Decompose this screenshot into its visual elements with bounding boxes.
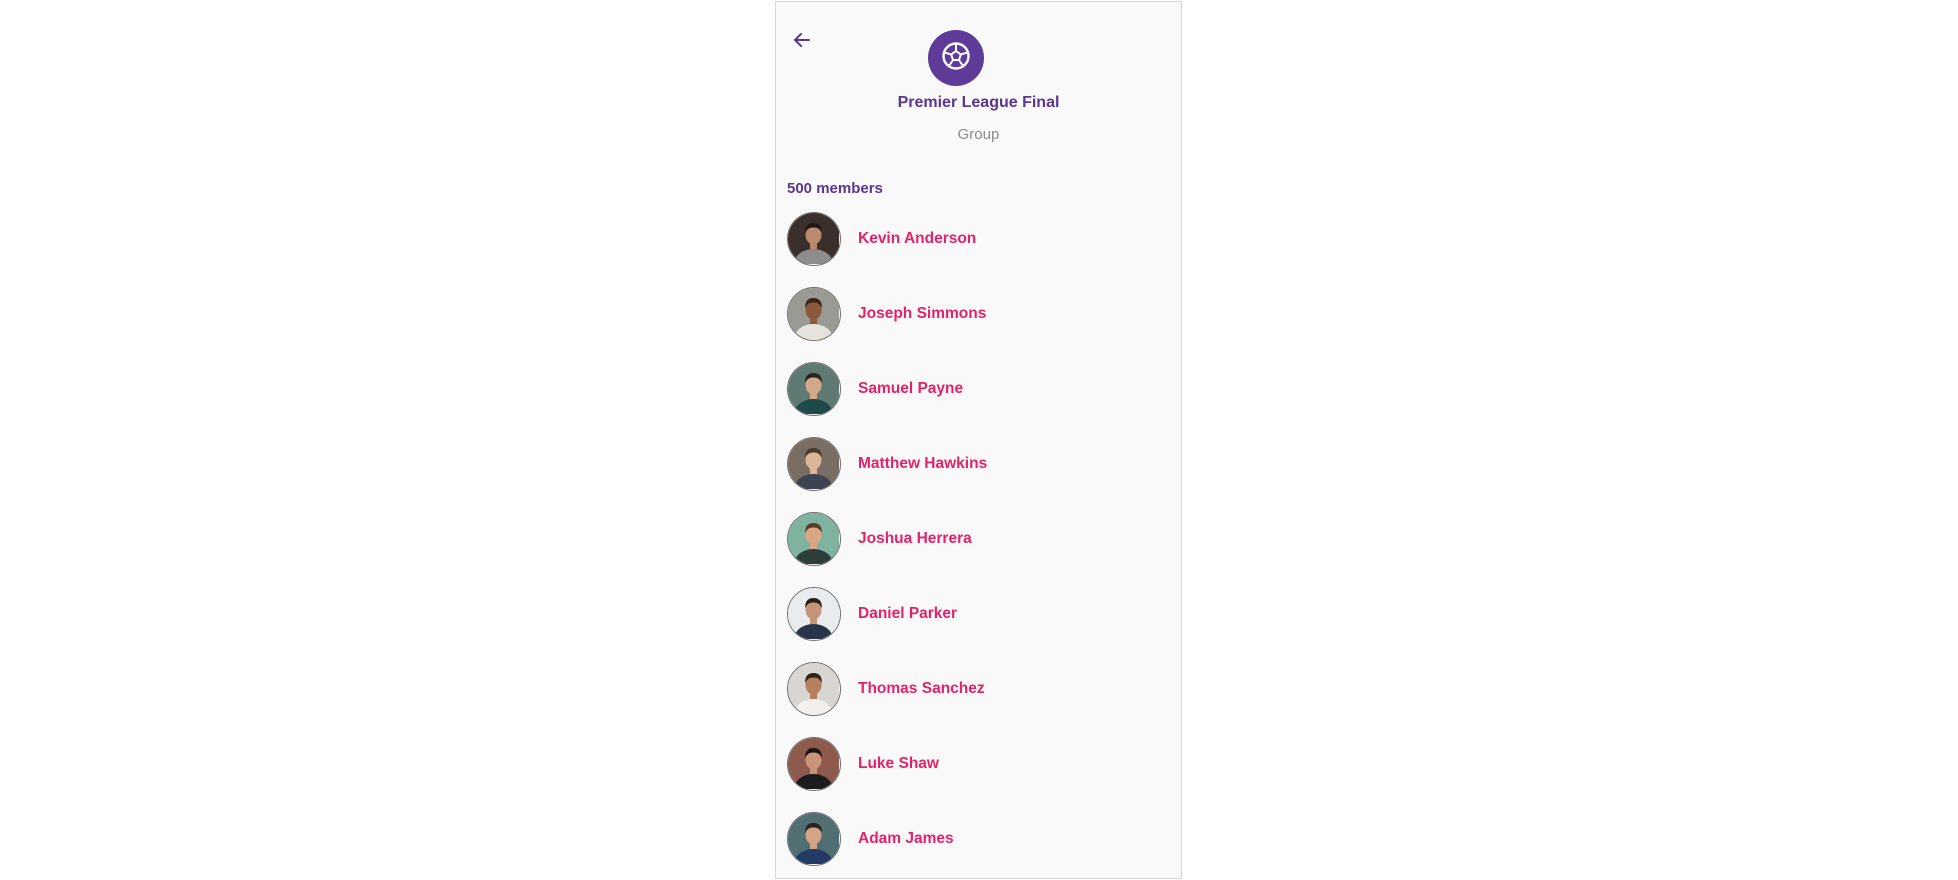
avatar — [787, 362, 841, 416]
member-name: Daniel Parker — [858, 605, 958, 622]
avatar — [787, 212, 841, 266]
avatar — [787, 287, 841, 341]
member-name: Luke Shaw — [858, 755, 939, 772]
member-list-item[interactable]: Daniel Parker — [787, 587, 1181, 662]
member-list-item[interactable]: Samuel Payne — [787, 362, 1181, 437]
back-button[interactable] — [789, 29, 815, 55]
member-name: Kevin Anderson — [858, 230, 977, 247]
member-name: Joseph Simmons — [858, 305, 987, 322]
avatar — [787, 587, 841, 641]
member-list-item[interactable]: Joseph Simmons — [787, 287, 1181, 362]
member-list-item[interactable]: Luke Shaw — [787, 737, 1181, 812]
avatar — [787, 512, 841, 566]
member-name: Thomas Sanchez — [858, 680, 985, 697]
group-title: Premier League Final — [897, 94, 1060, 111]
avatar — [787, 662, 841, 716]
member-name: Samuel Payne — [858, 380, 964, 397]
avatar — [787, 812, 841, 866]
member-name: Adam James — [858, 830, 954, 847]
member-name: Joshua Herrera — [858, 530, 972, 547]
soccer-ball-icon — [941, 41, 971, 76]
avatar — [787, 737, 841, 791]
members-count: 500 members — [787, 180, 883, 197]
member-name: Matthew Hawkins — [858, 455, 988, 472]
member-list: Kevin Anderson Joseph Simmons Samuel Pay… — [787, 212, 1181, 878]
member-list-item[interactable]: Kevin Anderson — [787, 212, 1181, 287]
member-list-item[interactable]: Matthew Hawkins — [787, 437, 1181, 512]
group-info-screen: Premier League Final Group 500 members K… — [775, 1, 1182, 879]
group-subtitle: Group — [957, 126, 1000, 143]
arrow-left-icon — [793, 32, 811, 53]
member-list-item[interactable]: Joshua Herrera — [787, 512, 1181, 587]
member-list-item[interactable]: Adam James — [787, 812, 1181, 878]
avatar — [787, 437, 841, 491]
member-list-item[interactable]: Thomas Sanchez — [787, 662, 1181, 737]
group-avatar[interactable] — [928, 30, 984, 86]
